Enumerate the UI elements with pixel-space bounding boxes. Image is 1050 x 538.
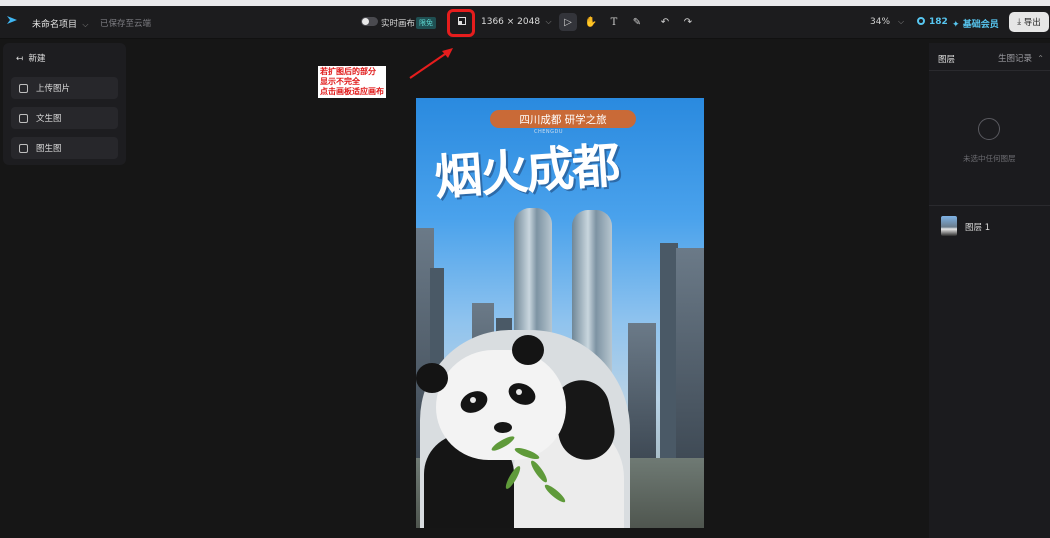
building (676, 248, 704, 468)
panda-ear (512, 335, 544, 365)
zoom-select[interactable]: 34% ⌵ (870, 17, 904, 27)
save-status: 已保存至云端 (100, 19, 152, 29)
panda-pupil (470, 397, 476, 403)
panda-pupil (516, 389, 522, 395)
fit-canvas-icon[interactable] (458, 17, 466, 25)
chevron-down-icon[interactable]: ⌵ (80, 20, 88, 29)
text-to-image-icon (19, 113, 28, 123)
undo-icon: ↶ (660, 16, 670, 28)
redo-button[interactable]: ↷ (679, 13, 697, 31)
building (628, 323, 656, 463)
back-icon: ↤ (16, 54, 26, 64)
layers-empty-text: 未选中任何图层 (963, 154, 1016, 163)
hand-tool[interactable]: ✋ (582, 13, 600, 31)
export-button[interactable]: ⤓ 导出 (1009, 12, 1049, 32)
upload-image-button[interactable]: 上传图片 (11, 77, 118, 99)
poster-title: 烟火成都 (432, 137, 621, 207)
text-tool[interactable]: T (605, 13, 623, 31)
brush-icon: ✎ (632, 16, 642, 28)
live-canvas-toggle[interactable] (361, 17, 378, 26)
credit-icon (917, 17, 925, 25)
text-to-image-button[interactable]: 文生图 (11, 107, 118, 129)
membership-link[interactable]: ✦ 基础会员 (952, 17, 999, 30)
text-icon: T (610, 16, 618, 28)
upload-icon (19, 83, 28, 93)
sparkle-icon: ✦ (952, 20, 960, 30)
panda-ear (416, 363, 448, 393)
history-tab[interactable]: 生图记录 ⌃ (998, 52, 1044, 64)
select-icon: ▷ (564, 16, 572, 28)
chevron-up-icon: ⌃ (1034, 54, 1044, 63)
panda-nose (494, 422, 512, 433)
layer-item[interactable]: 图层 1 (965, 221, 990, 233)
hand-icon: ✋ (584, 16, 598, 28)
divider (929, 205, 1050, 206)
canvas-poster-image[interactable]: 四川成都 研学之旅 CHENGDU 烟火成都 (416, 98, 704, 528)
chevron-down-icon: ⌵ (542, 17, 552, 26)
new-button[interactable]: ↤ 新建 (16, 52, 46, 64)
canvas-size-select[interactable]: 1366 × 2048 ⌵ (481, 17, 552, 27)
annotation-arrow (409, 48, 453, 79)
logo-icon[interactable] (7, 15, 17, 25)
annotation-note: 若扩图后的部分 显示不完全 点击画板适应画布 (318, 66, 386, 98)
layers-empty-icon (978, 118, 1000, 140)
chevron-down-icon: ⌵ (892, 17, 905, 26)
brush-tool[interactable]: ✎ (628, 13, 646, 31)
image-to-image-icon (19, 143, 28, 153)
layer-thumbnail[interactable] (941, 216, 957, 236)
free-badge: 限免 (416, 17, 436, 29)
divider (929, 70, 1050, 71)
live-canvas-label: 实时画布 (381, 19, 416, 29)
project-name[interactable]: 未命名项目 ⌵ (32, 17, 89, 30)
undo-button[interactable]: ↶ (656, 13, 674, 31)
image-to-image-button[interactable]: 图生图 (11, 137, 118, 159)
redo-icon: ↷ (683, 16, 693, 28)
select-tool[interactable]: ▷ (559, 13, 577, 31)
layers-title[interactable]: 图层 (938, 53, 955, 65)
credit-count[interactable]: 182 (929, 17, 948, 27)
